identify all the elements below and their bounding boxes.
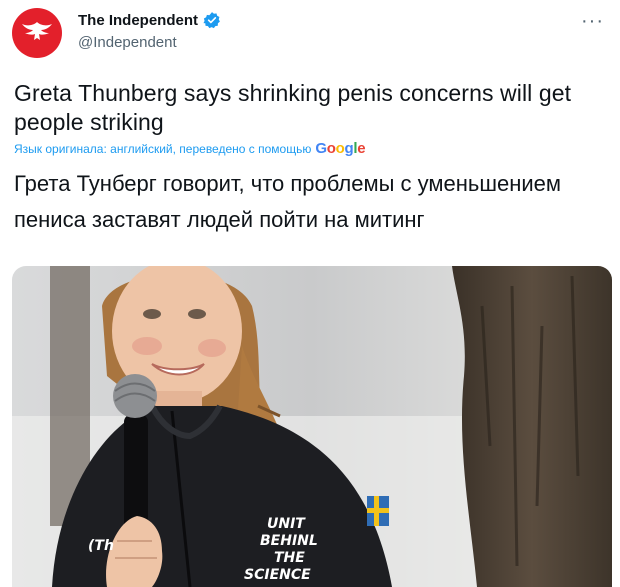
eagle-icon	[22, 22, 52, 40]
tweet-text: Greta Thunberg says shrinking penis conc…	[14, 80, 572, 135]
author-row: The Independent	[78, 11, 221, 29]
jacket-text-4: SCIENCE	[244, 567, 311, 583]
jacket-text-3: THE	[274, 550, 305, 566]
google-logo: Google	[315, 140, 366, 157]
account-handle[interactable]: @Independent	[78, 34, 177, 51]
avatar[interactable]	[12, 8, 62, 58]
translated-text: Грета Тунберг говорит, что проблемы с ум…	[14, 171, 562, 232]
translation-note[interactable]: Язык оригинала: английский, переведено с…	[14, 140, 366, 157]
verified-badge-icon	[203, 12, 220, 29]
more-options-icon[interactable]: ···	[581, 10, 604, 33]
jacket-text-1: UNIT	[267, 516, 306, 532]
jacket-text-2: BEHINL	[260, 533, 318, 549]
sleeve-text: (Th	[88, 538, 114, 554]
translation-note-text: Язык оригинала: английский, переведено с…	[14, 141, 312, 156]
tweet-photo[interactable]: UNIT BEHINL THE SCIENCE (Th	[12, 266, 612, 587]
account-name[interactable]: The Independent	[78, 12, 198, 29]
